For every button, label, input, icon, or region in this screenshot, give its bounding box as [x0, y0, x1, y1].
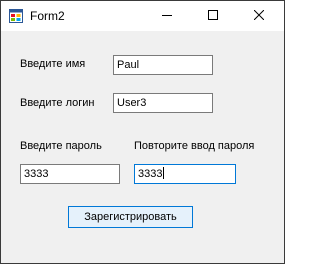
- name-input[interactable]: Paul: [113, 55, 213, 75]
- repeat-password-input[interactable]: 3333: [134, 164, 236, 184]
- text-caret: [163, 167, 165, 179]
- register-button[interactable]: Зарегистрировать: [68, 206, 193, 228]
- window-title: Form2: [30, 9, 65, 23]
- minimize-button[interactable]: [144, 1, 190, 31]
- close-icon: [253, 7, 265, 25]
- maximize-button[interactable]: [190, 1, 236, 31]
- repeat-password-value: 3333: [138, 168, 163, 180]
- login-label: Введите логин: [20, 97, 95, 109]
- minimize-icon: [162, 7, 172, 25]
- password-label: Введите пароль: [20, 140, 102, 152]
- form-client-area: Введите имя Paul Введите логин User3 Вве…: [1, 31, 284, 263]
- repeat-password-label: Повторите ввод пароля: [134, 140, 255, 152]
- password-input[interactable]: 3333: [20, 164, 120, 184]
- close-button[interactable]: [236, 1, 282, 31]
- form2-window: Form2 Введите имя Paul Введите логин Use…: [0, 0, 285, 264]
- login-input[interactable]: User3: [113, 93, 213, 113]
- title-bar[interactable]: Form2: [1, 1, 284, 31]
- winforms-app-icon: [9, 9, 23, 23]
- name-label: Введите имя: [20, 58, 86, 70]
- maximize-icon: [208, 7, 218, 25]
